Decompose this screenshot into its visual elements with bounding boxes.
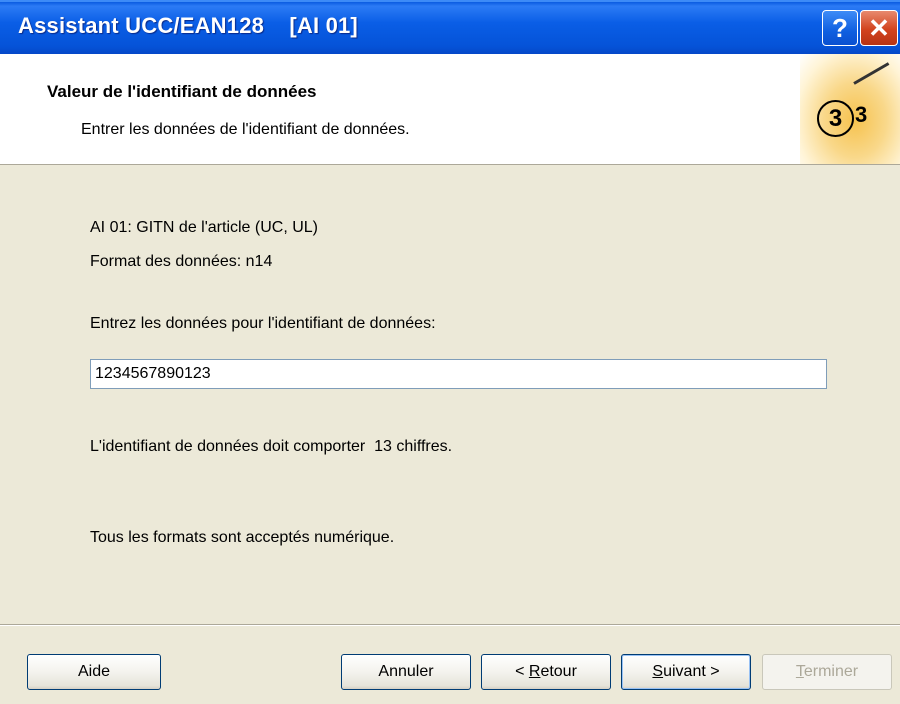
title-bar: Assistant UCC/EAN128 [AI 01] ? ✕: [0, 0, 900, 54]
help-button[interactable]: Aide: [27, 654, 161, 690]
input-prompt: Entrez les données pour l'identifiant de…: [90, 315, 436, 332]
back-label-rest: etour: [540, 663, 577, 680]
question-icon: ?: [832, 13, 848, 43]
page-title: Valeur de l'identifiant de données: [47, 82, 317, 101]
close-button[interactable]: ✕: [860, 10, 898, 46]
step-current: 3: [817, 100, 854, 137]
close-icon: ✕: [868, 13, 890, 43]
next-label-rest: uivant >: [663, 663, 720, 680]
data-identifier-input[interactable]: [90, 359, 827, 389]
step-total: 3: [855, 102, 868, 127]
step-indicator-icon: 3 3: [800, 54, 900, 164]
back-prefix: <: [515, 663, 529, 680]
window-title: Assistant UCC/EAN128 [AI 01]: [18, 13, 358, 38]
cancel-button[interactable]: Annuler: [341, 654, 471, 690]
formats-note: Tous les formats sont acceptés numérique…: [90, 529, 395, 546]
help-title-button[interactable]: ?: [822, 10, 858, 46]
finish-mnemonic: T: [795, 663, 804, 680]
format-description: Format des données: n14: [90, 253, 273, 270]
wizard-header: Valeur de l'identifiant de données Entre…: [0, 54, 900, 165]
next-mnemonic: S: [652, 663, 664, 680]
back-button[interactable]: < Retour: [481, 654, 611, 690]
ai-description: AI 01: GITN de l'article (UC, UL): [90, 219, 318, 236]
finish-label-rest: erminer: [803, 663, 859, 680]
footer-separator: [0, 624, 900, 626]
back-mnemonic: R: [528, 663, 541, 680]
next-button[interactable]: Suivant >: [621, 654, 751, 690]
finish-button: Terminer: [762, 654, 892, 690]
digits-note: L'identifiant de données doit comporter …: [90, 438, 453, 455]
pen-icon: [853, 62, 890, 85]
page-subtitle: Entrer les données de l'identifiant de d…: [81, 121, 410, 138]
